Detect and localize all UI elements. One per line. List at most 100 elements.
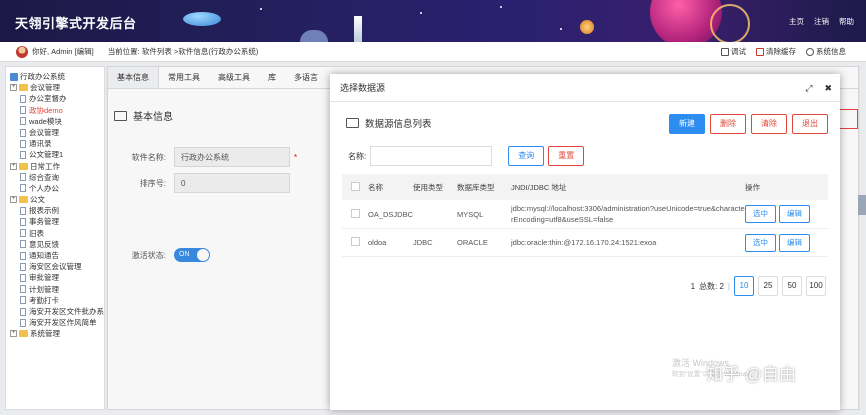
col-usage[interactable]: 使用类型: [413, 174, 458, 200]
tree-item-label: 系统管理: [30, 329, 60, 339]
star: [500, 6, 502, 8]
row-checkbox[interactable]: [350, 237, 360, 246]
document-icon: [20, 173, 26, 182]
document-icon: [20, 206, 26, 215]
avatar: [16, 45, 28, 58]
tree-item-label: 通知通告: [29, 251, 59, 260]
breadcrumb: 当前位置: 软件列表 >软件信息(行政办公系统): [107, 47, 259, 56]
row-dbtype: MYSQL: [457, 200, 512, 229]
close-icon[interactable]: ✖: [824, 74, 832, 102]
folder-icon: [346, 118, 359, 128]
select-all-checkbox[interactable]: [350, 181, 360, 191]
zhihu-watermark: 知乎 @自由: [706, 365, 796, 384]
edit-button[interactable]: 编辑: [779, 233, 811, 252]
exit-button[interactable]: 退出: [792, 114, 828, 134]
expand-icon[interactable]: +: [10, 196, 17, 204]
tree-item[interactable]: 政协demo: [10, 105, 104, 116]
new-button[interactable]: 新建: [669, 114, 705, 134]
reset-button[interactable]: 重置: [548, 146, 585, 166]
clear-cache-button[interactable]: 清除缓存: [756, 46, 796, 57]
datasource-table: 名称 使用类型 数据库类型 JNDI/JDBC 地址 操作 OA_DSJDBC M…: [342, 174, 828, 257]
row-checkbox[interactable]: [350, 208, 360, 218]
tree-folder[interactable]: + 会议管理: [10, 82, 104, 93]
folder-icon: [19, 330, 28, 338]
tree-folder[interactable]: + 公文: [10, 194, 104, 205]
page-size-50[interactable]: 50: [782, 276, 802, 296]
system-info-button[interactable]: 系统信息: [806, 46, 846, 57]
tree-item[interactable]: 旧表: [10, 228, 104, 239]
table-row[interactable]: OA_DSJDBC MYSQL jdbc:mysql://localhost:330…: [342, 200, 828, 229]
dialog-title: 选择数据源: [340, 83, 386, 93]
page-size-10[interactable]: 10: [734, 276, 754, 296]
tree-root[interactable]: 行政办公系统: [10, 71, 104, 82]
tree-item-label: 通讯录: [29, 139, 52, 149]
expand-icon[interactable]: +: [10, 84, 17, 92]
page-size-25[interactable]: 25: [758, 276, 778, 296]
row-url: jdbc:oracle:thin:@172.16.170.24:1521:exo…: [511, 228, 746, 257]
tree-item[interactable]: 计划管理: [10, 284, 104, 295]
breadcrumb-bar: 你好, Admin [编辑] 当前位置: 软件列表 >软件信息(行政办公系统) …: [0, 42, 866, 62]
top-header: 天翎引擎式开发后台 主页 注销 帮助: [0, 0, 866, 42]
col-url[interactable]: JNDI/JDBC 地址: [511, 174, 746, 200]
table-row[interactable]: oldoa JDBC ORACLE jdbc:oracle:thin:@172.16.…: [342, 228, 828, 257]
tree-item-label: 意见反馈: [29, 239, 59, 249]
edit-button[interactable]: 编辑: [779, 205, 811, 223]
greeting-text[interactable]: 你好, Admin [编辑]: [32, 46, 94, 57]
document-icon: [20, 150, 26, 159]
expand-icon[interactable]: +: [10, 330, 17, 338]
tree-folder[interactable]: + 日常工作: [10, 161, 104, 172]
cache-icon: [756, 47, 764, 56]
document-icon: [20, 117, 26, 126]
document-icon: [20, 285, 26, 294]
dome-illustration: [300, 30, 328, 42]
query-button[interactable]: 查询: [508, 146, 545, 166]
expand-icon[interactable]: +: [10, 162, 17, 170]
select-button[interactable]: 选中: [745, 205, 777, 223]
tree-item[interactable]: 通讯录: [10, 138, 104, 149]
tree-item[interactable]: 审批管理: [10, 272, 104, 283]
tree-item[interactable]: 综合查询: [10, 172, 104, 183]
logout-link[interactable]: 注销: [814, 16, 829, 27]
debug-button[interactable]: 调试: [721, 46, 746, 57]
tree-item[interactable]: 事务管理: [10, 216, 104, 227]
folder-icon: [19, 162, 28, 170]
maximize-icon[interactable]: ⤢: [805, 74, 812, 102]
col-name[interactable]: 名称: [368, 174, 414, 200]
side-collapse-handle[interactable]: [858, 195, 866, 215]
home-link[interactable]: 主页: [789, 16, 804, 27]
search-input[interactable]: [370, 146, 493, 166]
tree-item-label: 报表示例: [29, 206, 59, 216]
page-size-100[interactable]: 100: [806, 276, 826, 296]
app-title: 天翎引擎式开发后台: [15, 16, 137, 31]
tree-item[interactable]: wade模块: [10, 116, 104, 127]
info-icon: [806, 47, 814, 56]
document-icon: [20, 262, 26, 271]
star: [260, 8, 262, 10]
row-dbtype: ORACLE: [457, 228, 512, 257]
tree-item[interactable]: 办公室督办: [10, 93, 104, 104]
tree-folder[interactable]: + 系统管理: [10, 328, 104, 339]
tree-item[interactable]: 报表示例: [10, 205, 104, 216]
tree-item[interactable]: 个人办公: [10, 183, 104, 194]
tree-item[interactable]: 海安开发区作风简单: [10, 317, 104, 328]
tree-item[interactable]: 公文管理1: [10, 149, 104, 160]
tree-item[interactable]: 意见反馈: [10, 239, 104, 250]
document-icon: [20, 240, 26, 249]
document-icon: [20, 251, 26, 260]
tree-item[interactable]: 海安开发区文件批办系: [10, 306, 104, 317]
tree-item[interactable]: 海安区会议管理: [10, 261, 104, 272]
tree-item[interactable]: 会议管理: [10, 127, 104, 138]
clear-button[interactable]: 清除: [751, 114, 787, 134]
row-url: jdbc:mysql://localhost:3306/administrati…: [511, 200, 746, 229]
tree-item[interactable]: 通知通告: [10, 250, 104, 261]
row-usage: [413, 200, 458, 229]
tree-item-label: 个人办公: [29, 183, 59, 193]
help-link[interactable]: 帮助: [839, 16, 854, 27]
document-icon: [20, 318, 26, 327]
row-name: OA_DSJDBC: [368, 200, 414, 229]
col-dbtype[interactable]: 数据库类型: [457, 174, 512, 200]
select-button[interactable]: 选中: [745, 233, 777, 252]
document-icon: [20, 106, 26, 115]
delete-button[interactable]: 删除: [710, 114, 746, 134]
tree-item[interactable]: 考勤打卡: [10, 295, 104, 306]
